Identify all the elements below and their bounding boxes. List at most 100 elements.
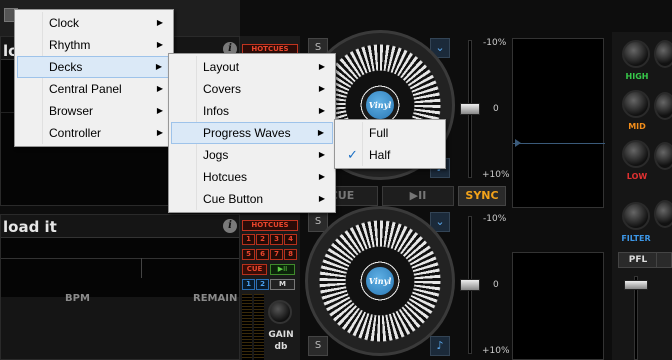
- note-button[interactable]: ♪: [430, 336, 450, 356]
- loop-button[interactable]: 2: [256, 279, 269, 290]
- jog-center-label: Vinyl: [364, 89, 396, 121]
- submenu-arrow-icon: ▶: [317, 128, 324, 137]
- play-pause-button[interactable]: ▶II: [270, 264, 295, 275]
- submenu-arrow-icon: ▶: [318, 106, 325, 115]
- menu-item-label: Cue Button: [203, 192, 264, 206]
- menu-item-label: Half: [369, 148, 391, 162]
- video-screen-top: [512, 38, 605, 208]
- low-knob[interactable]: [622, 140, 650, 168]
- menu-item-label: Central Panel: [49, 82, 122, 96]
- menu-item-jogs[interactable]: Jogs ▶: [171, 144, 333, 166]
- hotcue-button[interactable]: 2: [256, 234, 269, 245]
- info-icon[interactable]: i: [223, 219, 237, 233]
- vu-meter: [242, 294, 252, 360]
- screen-marker: [515, 139, 521, 147]
- submenu-arrow-icon: ▶: [318, 150, 325, 159]
- menu-item-clock[interactable]: Clock ▶: [17, 12, 171, 34]
- right-edge-knob[interactable]: [654, 92, 672, 120]
- right-edge-knob[interactable]: [654, 200, 672, 228]
- hotcue-button[interactable]: 3: [270, 234, 283, 245]
- jog-center-label: Vinyl: [364, 265, 396, 297]
- menu-item-label: Decks: [49, 60, 83, 74]
- menu-item-controller[interactable]: Controller ▶: [17, 122, 171, 144]
- low-label: LOW: [626, 172, 648, 181]
- video-screen-bottom: [512, 252, 604, 360]
- hotcue-button[interactable]: 4: [284, 234, 297, 245]
- submenu-arrow-icon: ▶: [155, 62, 162, 71]
- play-transport-button[interactable]: ▶II: [382, 186, 454, 206]
- submenu-arrow-icon: ▶: [156, 18, 163, 27]
- submenu-arrow-icon: ▶: [156, 84, 163, 93]
- submenu-arrow-icon: ▶: [318, 84, 325, 93]
- submenu-arrow-icon: ▶: [318, 62, 325, 71]
- screen-line: [513, 143, 605, 144]
- m-button[interactable]: M: [270, 279, 295, 290]
- menu-item-full[interactable]: Full: [337, 122, 443, 144]
- mid-knob[interactable]: [622, 90, 650, 118]
- right-edge-button[interactable]: [656, 252, 672, 268]
- mid-label: MID: [628, 122, 646, 131]
- virtualdj-window: lo i load it i BPM REMAIN HOTCUES HOTCUE…: [0, 0, 672, 360]
- jog-wheel-bottom[interactable]: Vinyl: [305, 206, 455, 356]
- context-menu-main: Clock ▶ Rhythm ▶ Decks ▶ Central Panel ▶…: [14, 9, 174, 147]
- menu-item-decks[interactable]: Decks ▶: [17, 56, 171, 78]
- menu-item-cue-button[interactable]: Cue Button ▶: [171, 188, 333, 210]
- hotcue-button[interactable]: 6: [256, 249, 269, 260]
- pitch-mid-label: 0: [493, 104, 499, 114]
- menu-item-central-panel[interactable]: Central Panel ▶: [17, 78, 171, 100]
- pitch-bottom-label: +10%: [482, 346, 510, 356]
- menu-item-label: Progress Waves: [203, 126, 291, 140]
- mixer-panel: HIGH MID LOW FILTER PFL: [612, 32, 672, 360]
- hotcue-button[interactable]: 5: [242, 249, 255, 260]
- right-edge-knob[interactable]: [654, 142, 672, 170]
- context-menu-decks: Layout ▶ Covers ▶ Infos ▶ Progress Waves…: [168, 53, 336, 213]
- waveform-marker: [141, 258, 142, 278]
- gain-knob[interactable]: [268, 300, 292, 324]
- loop-button[interactable]: 1: [242, 279, 255, 290]
- right-edge-knob[interactable]: [654, 40, 672, 68]
- menu-item-label: Layout: [203, 60, 240, 74]
- menu-item-label: Rhythm: [49, 38, 91, 52]
- bpm-label: BPM: [65, 293, 90, 304]
- s-button[interactable]: S: [308, 336, 328, 356]
- pitch-slider-handle[interactable]: [460, 279, 480, 291]
- menu-item-label: Infos: [203, 104, 230, 118]
- volume-fader-handle[interactable]: [624, 280, 648, 290]
- menu-item-label: Browser: [49, 104, 94, 118]
- pitch-slider-handle[interactable]: [460, 103, 480, 115]
- sync-button[interactable]: SYNC: [458, 186, 506, 206]
- gain-unit-label: db: [274, 342, 288, 352]
- submenu-arrow-icon: ▶: [156, 128, 163, 137]
- filter-label: FILTER: [621, 234, 651, 243]
- hotcue-button[interactable]: 7: [270, 249, 283, 260]
- menu-item-progress-waves[interactable]: Progress Waves ▶: [171, 122, 333, 144]
- submenu-arrow-icon: ▶: [156, 40, 163, 49]
- menu-item-label: Controller: [49, 126, 102, 140]
- hotcue-panel-bottom: HOTCUES 1 2 3 4 5 6 7 8 CUE ▶II 1 2 M GA…: [240, 214, 300, 360]
- submenu-arrow-icon: ▶: [318, 172, 325, 181]
- menu-item-rhythm[interactable]: Rhythm ▶: [17, 34, 171, 56]
- submenu-arrow-icon: ▶: [156, 106, 163, 115]
- cue-button[interactable]: CUE: [242, 264, 267, 275]
- menu-item-hotcues[interactable]: Hotcues ▶: [171, 166, 333, 188]
- pfl-button[interactable]: PFL: [618, 252, 658, 268]
- waveform-line: [1, 258, 239, 259]
- menu-item-infos[interactable]: Infos ▶: [171, 100, 333, 122]
- hotcue-button[interactable]: 1: [242, 234, 255, 245]
- pitch-top-label: -10%: [483, 214, 507, 224]
- pitch-bottom-label: +10%: [482, 170, 510, 180]
- filter-knob[interactable]: [622, 202, 650, 230]
- menu-item-browser[interactable]: Browser ▶: [17, 100, 171, 122]
- menu-item-label: Full: [369, 126, 389, 140]
- hotcues-header: HOTCUES: [242, 220, 298, 231]
- menu-item-label: Covers: [203, 82, 242, 96]
- hotcue-button[interactable]: 8: [284, 249, 297, 260]
- deck-left-bottom: load it i BPM REMAIN: [0, 214, 240, 360]
- waveform-area: [1, 237, 239, 297]
- menu-item-layout[interactable]: Layout ▶: [171, 56, 333, 78]
- menu-item-half[interactable]: ✓ Half: [337, 144, 443, 166]
- high-knob[interactable]: [622, 40, 650, 68]
- gain-label: GAIN: [268, 330, 294, 340]
- menu-item-covers[interactable]: Covers ▶: [171, 78, 333, 100]
- context-menu-progress-waves: Full ✓ Half: [334, 119, 446, 169]
